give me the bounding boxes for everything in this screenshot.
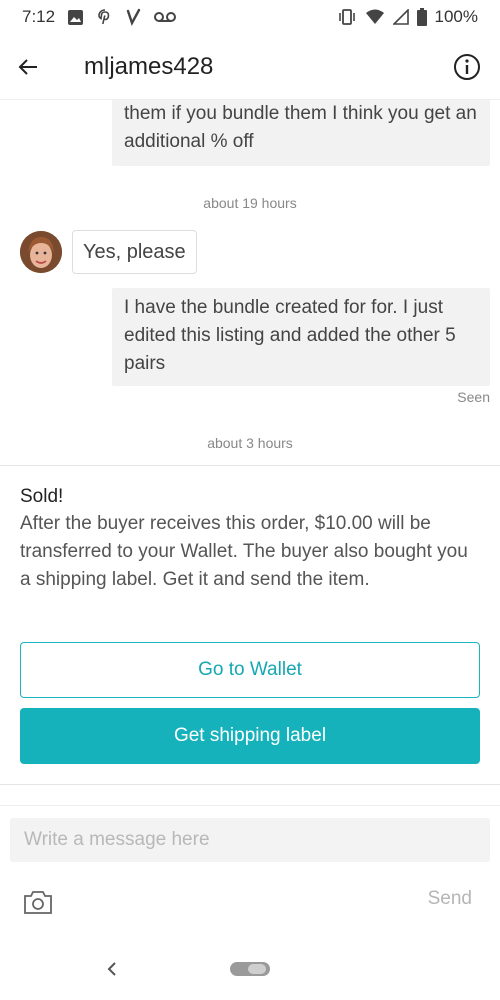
chevron-left-icon [107,962,116,976]
signal-icon [392,9,409,25]
go-to-wallet-button[interactable]: Go to Wallet [20,642,480,698]
message-timestamp: about 3 hours [207,435,293,451]
info-icon [454,53,480,80]
info-button[interactable] [452,52,482,82]
system-back-button[interactable] [100,955,124,983]
incoming-message-row: Yes, please [20,230,197,274]
message-list[interactable]: them if you bundle them I think you get … [0,100,500,465]
outgoing-message: them if you bundle them I think you get … [112,100,490,166]
status-bar: 7:12 100% [0,0,500,34]
home-pill[interactable] [230,962,270,976]
image-icon [67,9,84,26]
send-button[interactable]: Send [428,888,472,910]
incoming-message: Yes, please [72,230,197,274]
message-composer: Send [0,805,500,935]
outgoing-message: I have the bundle created for for. I jus… [112,288,490,386]
system-nav-bar [0,945,500,1000]
back-button[interactable] [0,34,60,100]
sold-notice: Sold! After the buyer receives this orde… [0,465,500,785]
vibrate-icon [337,9,357,25]
battery-icon [416,8,427,26]
battery-percent: 100% [434,7,478,26]
status-right: 100% [337,7,478,27]
sold-description: After the buyer receives this order, $10… [20,513,468,590]
message-timestamp: about 19 hours [203,195,297,211]
camera-button[interactable] [22,888,54,916]
pinterest-icon [96,8,114,26]
vinted-icon [126,8,142,26]
camera-icon [24,891,52,914]
conversation-header: mljames428 [0,34,500,100]
status-time: 7:12 [22,7,56,26]
wifi-icon [365,9,385,25]
status-left: 7:12 [22,7,177,27]
voicemail-icon [154,11,177,23]
seen-indicator: Seen [457,389,490,405]
arrow-left-icon [18,58,37,75]
get-shipping-label-button[interactable]: Get shipping label [20,708,480,764]
sold-title: Sold! [20,486,64,507]
page-title: mljames428 [84,52,214,80]
message-input[interactable] [10,818,490,862]
avatar[interactable] [20,231,62,273]
